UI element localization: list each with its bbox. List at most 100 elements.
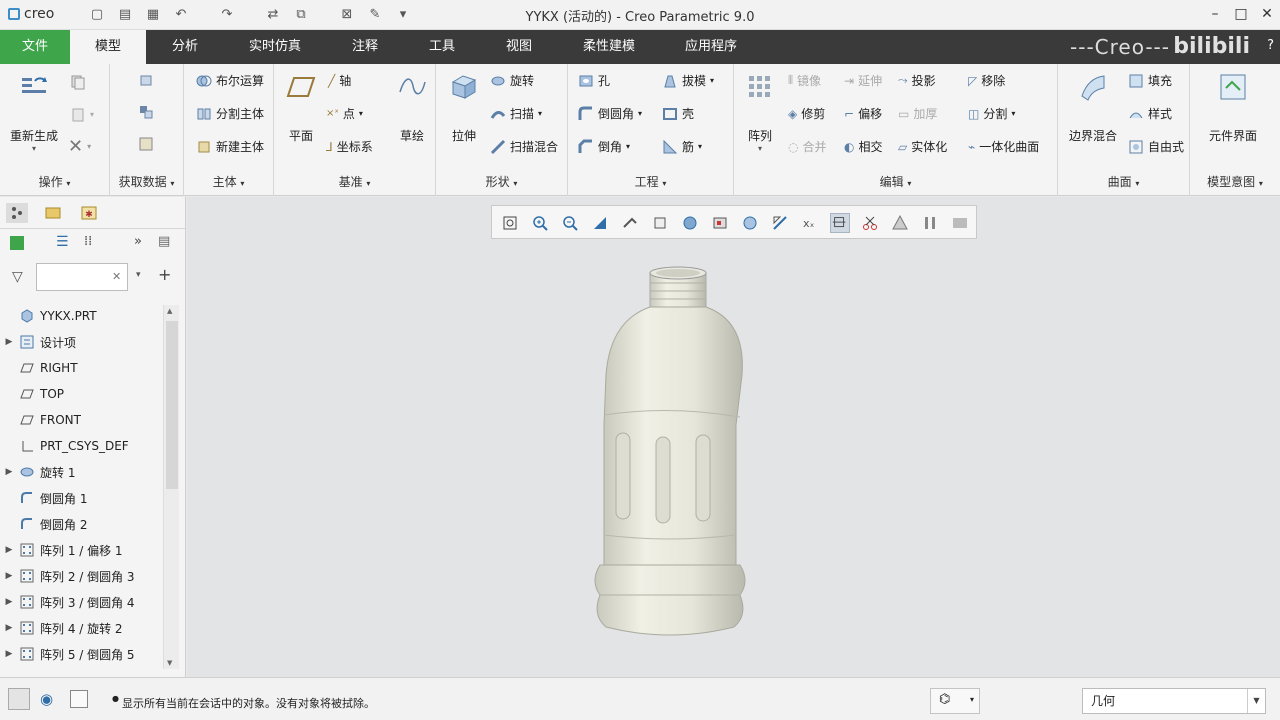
- scroll-up-icon[interactable]: ▲: [167, 307, 172, 315]
- expand-arrow-icon[interactable]: ▶: [0, 597, 18, 607]
- minimize-button[interactable]: –: [1202, 4, 1228, 24]
- scroll-down-icon[interactable]: ▼: [167, 659, 172, 667]
- model-tree-tab[interactable]: [6, 203, 28, 223]
- folder-browser-tab[interactable]: [42, 203, 64, 223]
- repaint-icon[interactable]: [590, 213, 610, 233]
- tree-item[interactable]: PRT_CSYS_DEF: [0, 433, 164, 459]
- trim-button[interactable]: ◈ 修剪: [788, 105, 825, 122]
- hole-button[interactable]: 孔: [578, 72, 610, 89]
- round-button[interactable]: 倒圆角 ▾: [578, 105, 642, 122]
- pause-icon[interactable]: [920, 213, 940, 233]
- tree-item[interactable]: FRONT: [0, 407, 164, 433]
- offset-button[interactable]: ⌐ 偏移: [844, 105, 882, 122]
- tree-item[interactable]: 倒圆角 1: [0, 485, 164, 511]
- perspective-icon[interactable]: [740, 213, 760, 233]
- saved-orientations-icon[interactable]: [650, 213, 670, 233]
- split-body-button[interactable]: 分割主体: [196, 105, 264, 122]
- shell-button[interactable]: 壳: [662, 105, 694, 122]
- draft-button[interactable]: 拔模 ▾: [662, 72, 714, 89]
- annotation-display-icon[interactable]: xₓ: [800, 213, 820, 233]
- tab-applications[interactable]: 应用程序: [668, 30, 754, 64]
- expand-arrow-icon[interactable]: ▶: [0, 337, 18, 347]
- expand-arrow-icon[interactable]: ▶: [0, 545, 18, 555]
- expand-arrow-icon[interactable]: ▶: [0, 623, 18, 633]
- display-style-icon[interactable]: [680, 213, 700, 233]
- delete-icon[interactable]: ✕ ▾: [68, 136, 91, 157]
- tree-item[interactable]: RIGHT: [0, 355, 164, 381]
- find-button[interactable]: ⌬ ▾: [930, 688, 980, 714]
- tab-flexible-modeling[interactable]: 柔性建模: [566, 30, 652, 64]
- help-icon[interactable]: ?: [1267, 38, 1274, 53]
- add-filter-icon[interactable]: +: [158, 265, 171, 284]
- expand-panel-icon[interactable]: »: [134, 234, 142, 249]
- axis-button[interactable]: ╱ 轴: [328, 72, 351, 89]
- bottle-model[interactable]: [580, 265, 760, 645]
- merge-button[interactable]: ◌ 合并: [788, 138, 827, 155]
- user-defined-feature-icon[interactable]: [138, 72, 154, 88]
- tree-item[interactable]: TOP: [0, 381, 164, 407]
- new-body-button[interactable]: 新建主体: [196, 138, 264, 155]
- tree-item[interactable]: ▶ 阵列 4 / 旋转 2: [0, 615, 164, 641]
- tree-item[interactable]: ▶ 阵列 3 / 倒圆角 4: [0, 589, 164, 615]
- tab-live-simulation[interactable]: 实时仿真: [232, 30, 318, 64]
- tree-item[interactable]: ▶ 设计项: [0, 329, 164, 355]
- tree-scroll-thumb[interactable]: [166, 321, 178, 489]
- intersect-button[interactable]: ◐ 相交: [844, 138, 883, 155]
- appearance-icon[interactable]: [890, 213, 910, 233]
- csys-button[interactable]: ⅃ 坐标系: [326, 138, 373, 155]
- solidify-button[interactable]: ▱ 实体化: [898, 138, 947, 155]
- revolve-button[interactable]: 旋转: [490, 72, 534, 89]
- sweep-button[interactable]: 扫描 ▾: [490, 105, 542, 122]
- regenerate-button[interactable]: 重新生成 ▾: [6, 72, 62, 153]
- close-button[interactable]: ✕: [1254, 4, 1280, 24]
- datum-display-filter-icon[interactable]: [770, 213, 790, 233]
- tree-item[interactable]: 倒圆角 2: [0, 511, 164, 537]
- tree-item[interactable]: YYKX.PRT: [0, 303, 164, 329]
- sketch-button[interactable]: 草绘: [392, 72, 432, 144]
- refit-icon[interactable]: [500, 213, 520, 233]
- expand-arrow-icon[interactable]: ▶: [0, 649, 18, 659]
- tree-scrollbar[interactable]: ▲ ▼: [163, 305, 179, 669]
- tree-item[interactable]: ▶ 阵列 5 / 倒圆角 5: [0, 641, 164, 667]
- freestyle-button[interactable]: 自由式: [1128, 138, 1184, 155]
- swept-blend-button[interactable]: 扫描混合: [490, 138, 558, 155]
- expand-arrow-icon[interactable]: ▶: [0, 571, 18, 581]
- tree-item[interactable]: ▶ 阵列 1 / 偏移 1: [0, 537, 164, 563]
- tab-tools[interactable]: 工具: [410, 30, 474, 64]
- favorites-tab[interactable]: ✱: [78, 203, 100, 223]
- browser-icon[interactable]: ◉: [40, 690, 53, 708]
- tab-model[interactable]: 模型: [70, 30, 146, 64]
- rib-button[interactable]: 筋 ▾: [662, 138, 702, 155]
- fill-button[interactable]: 填充: [1128, 72, 1172, 89]
- unify-surface-button[interactable]: ⌁ 一体化曲面: [968, 138, 1039, 155]
- boundary-blend-button[interactable]: 边界混合: [1064, 72, 1122, 144]
- selection-filter-select[interactable]: 几何 ▼: [1082, 688, 1266, 714]
- tab-view[interactable]: 视图: [486, 30, 552, 64]
- layers-icon[interactable]: [10, 236, 24, 250]
- remove-button[interactable]: ◸ 移除: [968, 72, 1005, 89]
- full-screen-icon[interactable]: [70, 690, 88, 708]
- project-button[interactable]: ⤳ 投影: [898, 72, 936, 89]
- shrinkwrap-icon[interactable]: [138, 136, 154, 152]
- tree-list-icon[interactable]: ☰: [56, 234, 69, 250]
- tree-columns-icon[interactable]: ⁞⁞: [84, 234, 92, 249]
- maximize-button[interactable]: □: [1228, 4, 1254, 24]
- extrude-button[interactable]: 拉伸: [444, 72, 484, 144]
- spin-center-icon[interactable]: [620, 213, 640, 233]
- filter-icon[interactable]: ▽: [12, 269, 23, 285]
- tab-analysis[interactable]: 分析: [150, 30, 220, 64]
- component-interface-button[interactable]: 元件界面: [1198, 72, 1268, 144]
- split-button[interactable]: ◫ 分割 ▾: [968, 105, 1015, 122]
- copy-geometry-icon[interactable]: [138, 104, 154, 120]
- graphics-window[interactable]: xₓ: [187, 197, 1280, 677]
- copy-icon[interactable]: [70, 74, 86, 90]
- tab-annotate[interactable]: 注释: [332, 30, 398, 64]
- section-icon[interactable]: [830, 213, 850, 233]
- zoom-out-icon[interactable]: [560, 213, 580, 233]
- pattern-button[interactable]: 阵列 ▾: [740, 72, 780, 153]
- thicken-button[interactable]: ▭ 加厚: [898, 105, 937, 122]
- tree-item[interactable]: ▶ 阵列 2 / 倒圆角 3: [0, 563, 164, 589]
- boolean-button[interactable]: 布尔运算: [196, 72, 264, 89]
- expand-arrow-icon[interactable]: ▶: [0, 467, 18, 477]
- tree-item[interactable]: ▶ 旋转 1: [0, 459, 164, 485]
